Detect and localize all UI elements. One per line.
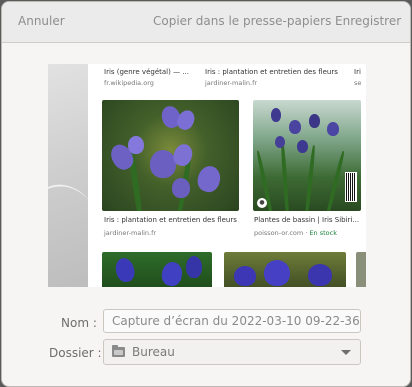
filename-input[interactable]: Capture d’écran du 2022-03-10 09-22-36.p… [103,309,361,333]
folder-selected-value: Bureau [132,345,175,359]
result-title: Plantes de bassin | Iris Sibiri... [254,216,360,224]
result-image[interactable] [356,252,366,287]
name-label: Nom : [61,316,97,330]
save-button[interactable]: Enregistrer [335,14,401,28]
folder-label: Dossier : [49,346,102,360]
folder-icon [112,345,125,357]
tag-icon: ● [257,198,267,208]
result-source-with-stock: poisson-or.com · En stock [254,229,337,237]
chevron-down-icon [341,350,351,355]
result-title: Iris : plantation et entretien des fleur… [104,216,237,224]
result-source: se [354,79,362,87]
result-image[interactable]: ● [253,100,361,211]
result-title: Iri [354,68,361,76]
cancel-button[interactable]: Annuler [18,14,65,28]
result-source: jardiner-malin.fr [205,79,258,87]
copy-to-clipboard-button[interactable]: Copier dans le presse-papiers [153,14,331,28]
result-image[interactable] [102,252,212,287]
result-source: poisson-or.com [254,229,304,237]
result-image[interactable] [224,252,346,287]
preview-side-panel [48,64,88,287]
folder-dropdown[interactable]: Bureau [103,339,361,365]
barcode-icon [345,172,357,202]
screenshot-preview: Iris (genre végétal) — ... fr.wikipedia.… [48,64,366,287]
result-title: Iris : plantation et entretien des fleur… [205,68,338,76]
result-source: jardiner-malin.fr [104,229,157,237]
result-image[interactable] [102,100,239,211]
stock-status: En stock [309,229,337,237]
headerbar: Annuler Copier dans le presse-papiers En… [2,2,410,43]
save-screenshot-dialog: Annuler Copier dans le presse-papiers En… [1,1,411,387]
result-title: Iris (genre végétal) — ... [104,68,189,76]
result-source: fr.wikipedia.org [104,79,154,87]
